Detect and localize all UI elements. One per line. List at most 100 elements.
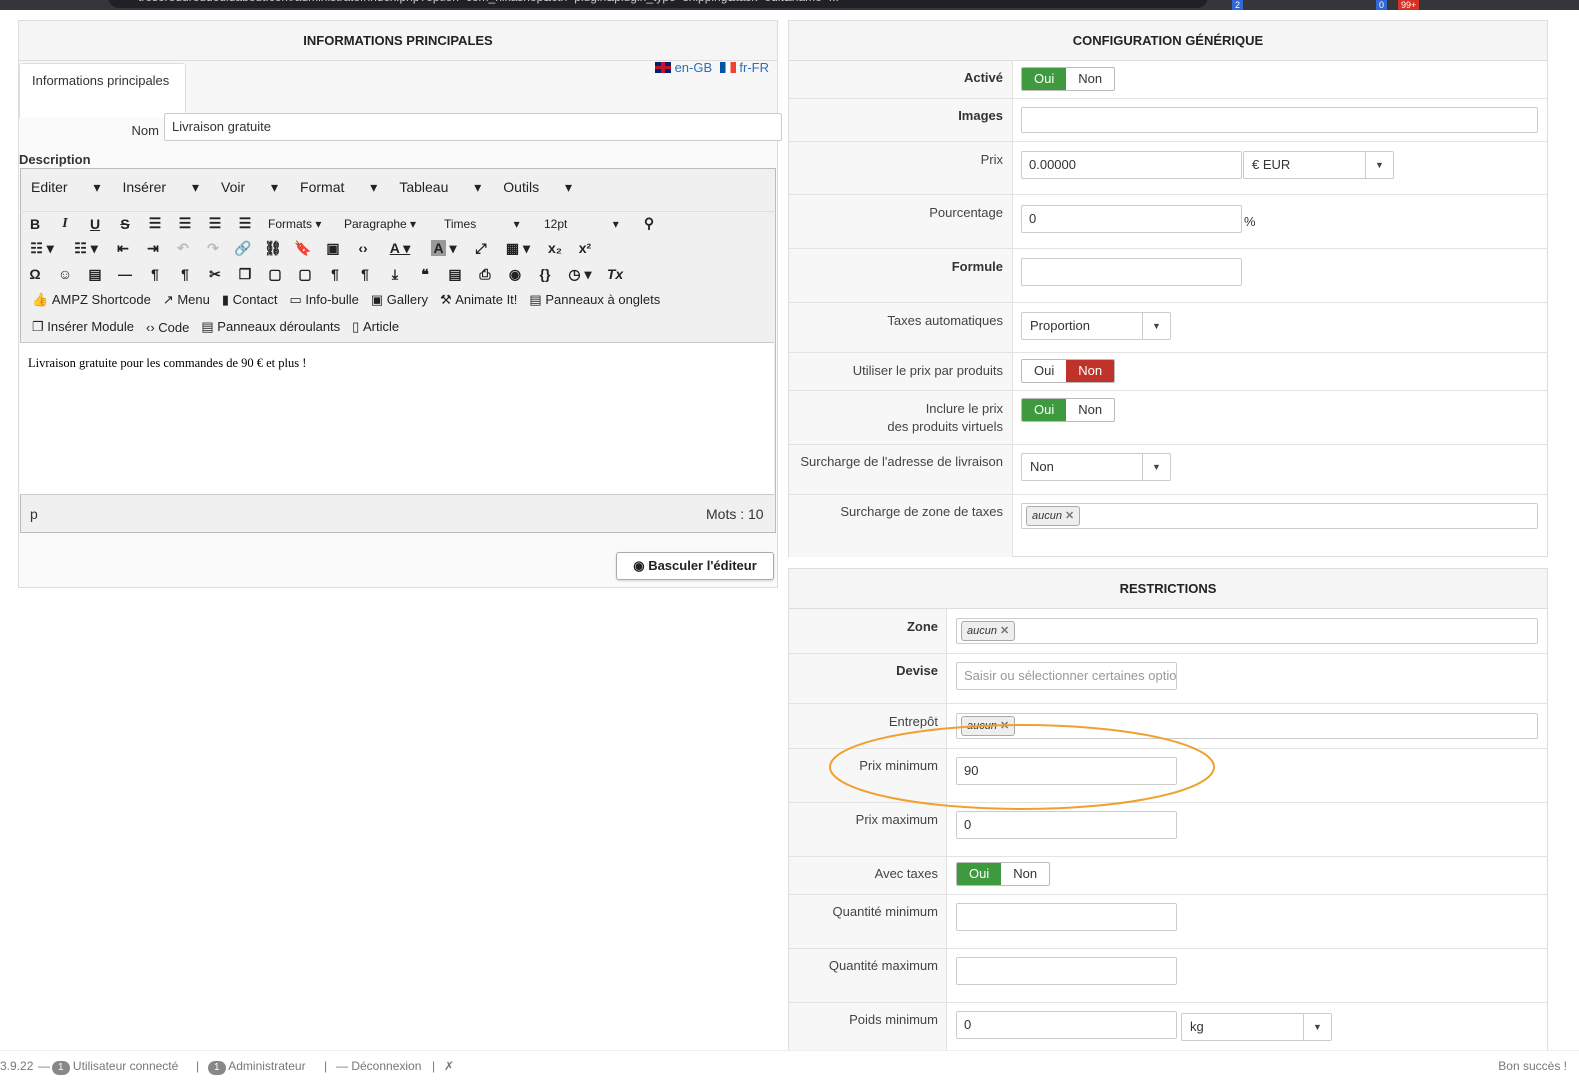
cut-icon[interactable]: ✂ xyxy=(200,266,230,283)
align-left-icon[interactable]: ☰ xyxy=(140,215,170,232)
toggle-editor-button[interactable]: ◉ Basculer l'éditeur xyxy=(616,552,774,580)
horizontal-rule-icon[interactable]: — xyxy=(110,266,140,282)
auto-tax-select[interactable]: Proportion ▼ xyxy=(1021,312,1171,340)
italic-icon[interactable]: I xyxy=(50,216,80,232)
bullet-list-icon[interactable]: ☷ ▾ xyxy=(20,240,64,257)
currency-select[interactable]: € EUR ▼ xyxy=(1243,151,1394,179)
contact-plugin-button[interactable]: ▮ Contact xyxy=(222,292,278,308)
min-weight-input[interactable]: 0 xyxy=(956,1011,1177,1039)
paste-icon[interactable]: ▢ xyxy=(260,266,290,283)
justify-icon[interactable]: ☰ xyxy=(230,215,260,232)
insert-module-button[interactable]: ❐ Insérer Module xyxy=(32,319,134,335)
ampz-shortcode-button[interactable]: 👍 AMPZ Shortcode xyxy=(32,292,151,308)
article-plugin-button[interactable]: ▯ Article xyxy=(352,319,399,335)
paste-text-icon[interactable]: ▢ xyxy=(290,266,320,283)
weight-unit-select[interactable]: kg ▼ xyxy=(1181,1013,1332,1041)
strikethrough-icon[interactable]: S xyxy=(110,216,140,232)
remove-icon[interactable]: ✕ xyxy=(1065,510,1074,522)
menu-edit[interactable]: Editer ▾ xyxy=(31,179,101,196)
element-path[interactable]: p xyxy=(30,506,38,522)
bold-icon[interactable]: B xyxy=(20,216,50,232)
insert-datetime-icon[interactable]: ◷ ▾ xyxy=(560,266,600,283)
template-icon[interactable]: ⤓ xyxy=(380,266,410,283)
extension-badge[interactable]: 0 xyxy=(1376,0,1388,10)
with-tax-toggle[interactable]: Oui Non xyxy=(956,862,1051,886)
users-online-link[interactable]: 1 Utilisateur connecté xyxy=(52,1051,178,1081)
logout-link[interactable]: — Déconnexion xyxy=(336,1051,421,1081)
paragraph-dropdown[interactable]: Paragraphe ▾ xyxy=(344,217,432,231)
menu-view[interactable]: Voir ▾ xyxy=(221,179,278,196)
indent-icon[interactable]: ⇥ xyxy=(138,240,168,257)
source-code-icon[interactable]: ‹› xyxy=(348,240,378,256)
max-price-input[interactable]: 0 xyxy=(956,811,1177,839)
paragraph-icon[interactable]: ¶ xyxy=(320,266,350,282)
editor-content-area[interactable]: Livraison gratuite pour les commandes de… xyxy=(20,342,774,495)
preview-icon[interactable]: ◉ xyxy=(500,266,530,283)
menu-plugin-button[interactable]: ↗ Menu xyxy=(163,292,210,308)
name-input[interactable]: Livraison gratuite xyxy=(164,113,782,141)
address-bar[interactable]: tresoreduroudouidabout.com/administrator… xyxy=(108,0,1208,8)
pagebreak-icon[interactable]: ▤ xyxy=(440,266,470,283)
menu-tools[interactable]: Outils ▾ xyxy=(503,179,572,196)
min-qty-input[interactable] xyxy=(956,903,1177,931)
max-qty-input[interactable] xyxy=(956,957,1177,985)
lang-fr-link[interactable]: fr-FR xyxy=(739,60,769,75)
remove-icon[interactable]: ✕ xyxy=(1000,625,1009,637)
rtl-icon[interactable]: ¶ xyxy=(170,266,200,282)
print-icon[interactable]: ⎙ xyxy=(470,266,500,283)
animate-plugin-button[interactable]: ⚒ Animate It! xyxy=(440,292,517,308)
copy-icon[interactable]: ❐ xyxy=(230,266,260,283)
extension-badge[interactable]: 2 xyxy=(1232,0,1244,10)
underline-icon[interactable]: U xyxy=(80,216,110,232)
clear-formatting-icon[interactable]: Tx xyxy=(600,266,630,282)
emoticon-icon[interactable]: ☺ xyxy=(50,266,80,282)
tabs-plugin-button[interactable]: ▤ Panneaux à onglets xyxy=(529,292,660,308)
show-blocks-icon[interactable]: ¶ xyxy=(350,266,380,282)
price-input[interactable]: 0.00000 xyxy=(1021,151,1242,179)
unlink-icon[interactable]: ⛓ xyxy=(258,240,288,257)
percentage-input[interactable]: 0 xyxy=(1021,205,1242,233)
zone-input[interactable] xyxy=(956,618,1538,644)
virtual-products-toggle[interactable]: Oui Non xyxy=(1021,398,1116,422)
table-icon[interactable]: ▦ ▾ xyxy=(496,240,540,257)
lang-en-link[interactable]: en-GB xyxy=(675,60,713,75)
code-plugin-button[interactable]: ‹› Code xyxy=(146,320,189,335)
subscript-icon[interactable]: x₂ xyxy=(540,240,570,256)
formula-input[interactable] xyxy=(1021,258,1242,286)
joomla-icon[interactable]: ✗ xyxy=(444,1051,454,1081)
align-right-icon[interactable]: ☰ xyxy=(200,215,230,232)
align-center-icon[interactable]: ☰ xyxy=(170,215,200,232)
menu-insert[interactable]: Insérer ▾ xyxy=(123,179,200,196)
formats-dropdown[interactable]: Formats ▾ xyxy=(268,217,332,231)
active-toggle[interactable]: Oui Non xyxy=(1021,67,1116,91)
extension-badge[interactable]: 99+ xyxy=(1398,0,1420,10)
undo-icon[interactable]: ↶ xyxy=(168,240,198,257)
fullscreen-icon[interactable]: ⤢ xyxy=(466,240,496,257)
link-icon[interactable]: 🔗 xyxy=(228,240,258,257)
tax-zone-input[interactable] xyxy=(1021,503,1538,529)
zone-tag[interactable]: aucun ✕ xyxy=(961,621,1016,641)
image-icon[interactable]: ▣ xyxy=(318,240,348,257)
currency-input[interactable]: Saisir ou sélectionner certaines options xyxy=(956,662,1177,690)
numbered-list-icon[interactable]: ☷ ▾ xyxy=(64,240,108,257)
bookmark-icon[interactable]: 🔖 xyxy=(288,240,318,257)
superscript-icon[interactable]: x² xyxy=(570,240,600,256)
media-icon[interactable]: ▤ xyxy=(80,266,110,283)
gallery-plugin-button[interactable]: ▣ Gallery xyxy=(371,292,428,308)
tax-zone-tag[interactable]: aucun ✕ xyxy=(1026,506,1081,526)
admins-online-link[interactable]: 1 Administrateur xyxy=(208,1051,306,1081)
find-replace-icon[interactable]: ⚲ xyxy=(634,215,664,232)
outdent-icon[interactable]: ⇤ xyxy=(108,240,138,257)
text-color-icon[interactable]: A ▾ xyxy=(378,240,422,257)
images-input[interactable] xyxy=(1021,107,1538,133)
per-product-toggle[interactable]: Oui Non xyxy=(1021,359,1116,383)
special-char-icon[interactable]: Ω xyxy=(20,266,50,282)
address-override-select[interactable]: Non ▼ xyxy=(1021,453,1171,481)
tab-main-info[interactable]: Informations principales xyxy=(19,63,186,118)
sliders-plugin-button[interactable]: ▤ Panneaux déroulants xyxy=(201,319,340,335)
font-family-dropdown[interactable]: Times ▾ xyxy=(444,217,532,231)
background-color-icon[interactable]: A ▾ xyxy=(422,239,466,257)
ltr-icon[interactable]: ¶ xyxy=(140,266,170,282)
menu-format[interactable]: Format ▾ xyxy=(300,179,377,196)
code-sample-icon[interactable]: {} xyxy=(530,266,560,282)
